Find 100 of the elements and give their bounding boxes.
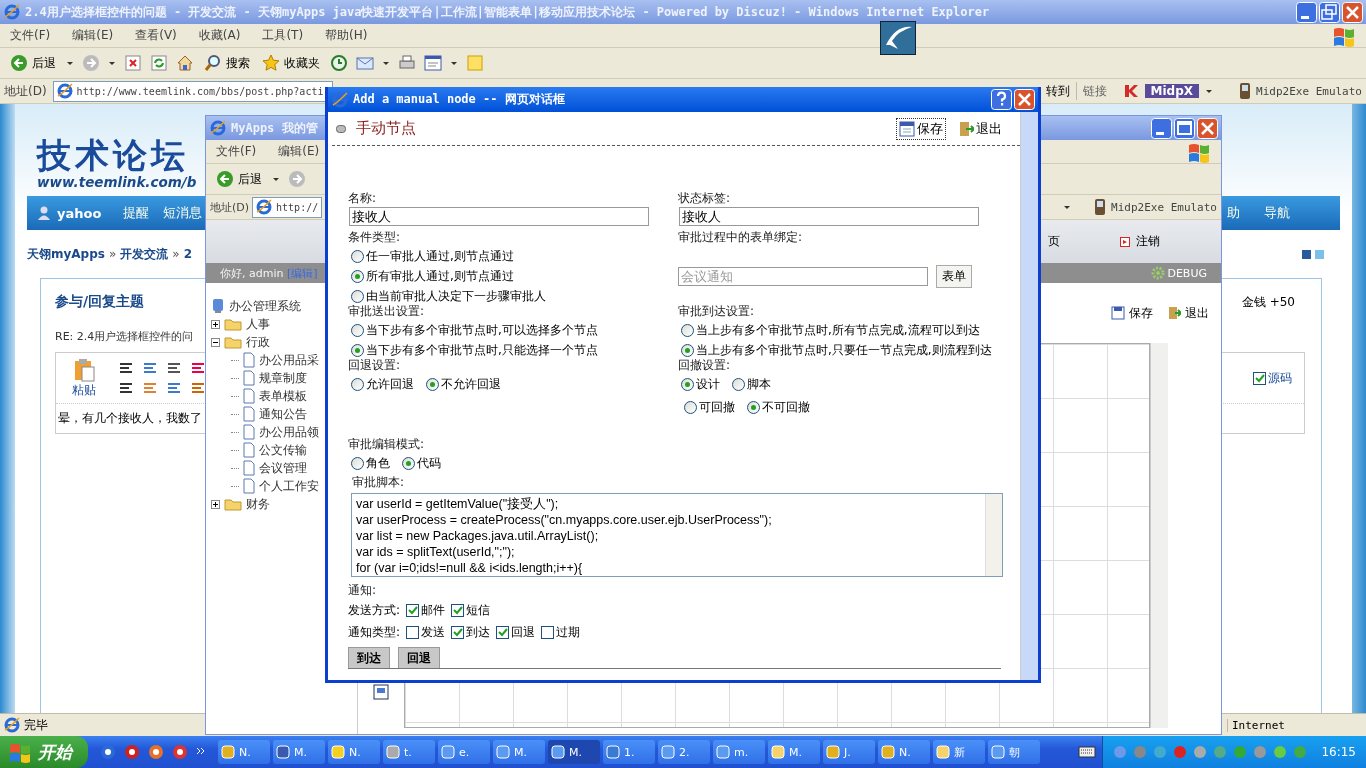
scrollbar[interactable] [1020, 112, 1038, 680]
user-link[interactable]: yahoo [37, 205, 102, 221]
checkbox[interactable] [451, 603, 465, 617]
taskbar-button[interactable]: e. [438, 740, 490, 764]
collapse-icon[interactable] [211, 337, 220, 347]
save-button[interactable]: 保存 [896, 117, 946, 140]
node-tool-icon[interactable] [373, 684, 389, 700]
nav-link[interactable]: 短消息 [163, 204, 203, 222]
tree-item[interactable]: 公文传输 [259, 441, 307, 459]
tree-item[interactable]: 规章制度 [259, 369, 307, 387]
checkbox[interactable] [496, 625, 510, 639]
radio-button[interactable] [351, 249, 364, 263]
taskbar-button[interactable]: N. [878, 740, 930, 764]
tree-item[interactable]: 行政 [246, 333, 270, 351]
breadcrumb-link[interactable]: 2 [183, 247, 192, 261]
tree-item[interactable]: 表单模板 [259, 387, 307, 405]
browser-icon[interactable] [148, 744, 164, 760]
tree-item[interactable]: 办公管理系统 [229, 297, 301, 315]
go-button[interactable]: 转到 [1045, 82, 1070, 100]
bird-icon[interactable] [880, 21, 916, 55]
edit-icon[interactable] [424, 54, 442, 72]
tree-item[interactable]: 人事 [246, 315, 270, 333]
nav-link[interactable]: 导航 [1264, 204, 1290, 222]
logout-link[interactable]: 注销 [1120, 233, 1160, 250]
menu-item[interactable]: 帮助(H) [325, 27, 368, 44]
back-button[interactable]: 后退 [214, 170, 264, 188]
taskbar-button[interactable]: 朝 [988, 740, 1040, 764]
nav-link[interactable]: 页 [1048, 233, 1060, 250]
radio-button[interactable] [351, 289, 364, 303]
checkbox[interactable] [1253, 371, 1266, 385]
radio-button[interactable] [747, 400, 760, 414]
search-button[interactable]: 搜索 [202, 54, 252, 72]
taskbar-button[interactable]: M. [548, 740, 600, 764]
taskbar-button[interactable]: t. [383, 740, 435, 764]
taskbar-button[interactable]: M. [273, 740, 325, 764]
back-button[interactable]: 后退 [8, 54, 58, 72]
k-logo-icon[interactable] [1122, 83, 1139, 99]
refresh-icon[interactable] [150, 54, 168, 72]
radio-button[interactable] [351, 323, 364, 337]
site-logo[interactable]: 技术论坛 [37, 136, 189, 174]
checkbox[interactable] [406, 603, 420, 617]
scrollbar[interactable] [985, 494, 1002, 576]
radio-button[interactable] [732, 377, 745, 391]
text-field[interactable]: 会议通知 [678, 266, 928, 286]
paste-button[interactable]: 粘贴 [64, 357, 104, 399]
taskbar-button[interactable]: M. [768, 740, 820, 764]
menu-item[interactable]: 文件(F) [216, 143, 257, 160]
taskbar-button[interactable]: 2. [658, 740, 710, 764]
expand-icon[interactable] [211, 319, 220, 329]
tree-item[interactable]: 财务 [246, 495, 270, 513]
taskbar-button[interactable]: 新 [933, 740, 985, 764]
taskbar-button[interactable]: N. [328, 740, 380, 764]
tree-item[interactable]: 个人工作安 [259, 477, 319, 495]
address-field[interactable]: http:// [252, 196, 323, 218]
script-editor[interactable] [351, 493, 1003, 577]
breadcrumb-link[interactable]: 开发交流 [120, 245, 169, 263]
checkbox[interactable] [451, 625, 465, 639]
radio-button[interactable] [684, 400, 697, 414]
close-button[interactable] [1014, 89, 1035, 110]
menu-item[interactable]: 收藏(A) [198, 27, 241, 44]
nav-link[interactable]: 助 [1227, 204, 1240, 222]
toolbar-link[interactable]: Midp2Exe Emulato [1237, 82, 1362, 100]
exit-button[interactable]: 退出 [1167, 304, 1209, 322]
taskbar-button[interactable]: M. [493, 740, 545, 764]
keyboard-icon[interactable] [1078, 745, 1097, 759]
text-field[interactable]: 接收人 [349, 207, 649, 226]
radio-button[interactable] [681, 377, 694, 391]
exit-button[interactable]: 退出 [956, 118, 1004, 139]
menu-item[interactable]: 编辑(E) [278, 143, 320, 160]
radio-button[interactable] [351, 456, 364, 470]
search-icon[interactable] [204, 54, 222, 72]
tab[interactable]: 到达 [348, 647, 390, 668]
tree-item[interactable]: 会议管理 [259, 459, 307, 477]
radio-button[interactable] [351, 343, 364, 357]
scrollbar[interactable] [1150, 343, 1168, 728]
radio-button[interactable] [681, 323, 694, 337]
text-field[interactable]: 接收人 [679, 207, 979, 226]
taskbar-button[interactable]: 1. [603, 740, 655, 764]
mail-icon[interactable] [124, 744, 140, 760]
media-icon[interactable] [172, 744, 188, 760]
taskbar-button[interactable]: m. [713, 740, 765, 764]
save-button[interactable]: 保存 [1111, 304, 1153, 322]
home-icon[interactable] [176, 54, 194, 72]
radio-button[interactable] [426, 377, 439, 391]
checkbox[interactable] [406, 625, 420, 639]
help-button[interactable] [991, 89, 1012, 110]
radio-button[interactable] [351, 377, 364, 391]
form-button[interactable]: 表单 [936, 264, 972, 288]
tab[interactable]: 回退 [398, 647, 440, 668]
browser-icon[interactable] [100, 744, 116, 760]
toolbar-link[interactable]: Midp2Exe Emulato [1092, 198, 1217, 216]
menu-item[interactable]: 编辑(E) [72, 27, 114, 44]
breadcrumb-link[interactable]: 天翎myApps [27, 245, 105, 263]
format-icon[interactable] [118, 360, 134, 376]
format-icon[interactable] [118, 380, 134, 396]
star-icon[interactable] [262, 54, 280, 72]
tree-item[interactable]: 办公用品采 [259, 351, 319, 369]
tree-item[interactable]: 办公用品领 [259, 423, 319, 441]
radio-button[interactable] [681, 343, 694, 357]
nav-link[interactable]: 提醒 [123, 204, 150, 222]
